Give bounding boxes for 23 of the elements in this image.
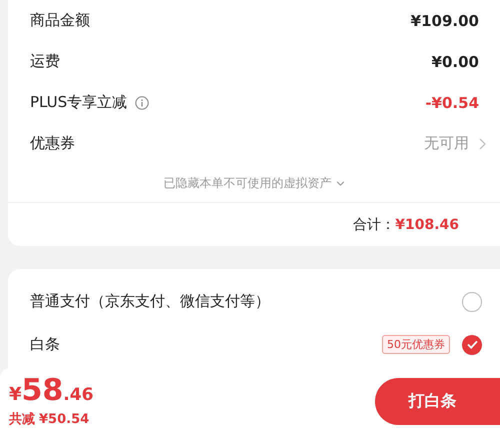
pay-button[interactable]: 打白条 — [375, 378, 500, 425]
radio-button[interactable] — [462, 334, 482, 354]
radio-button[interactable] — [462, 292, 482, 312]
savings-label: 共减 — [9, 410, 35, 428]
coupon-badge: 50元优惠券 — [382, 335, 450, 354]
row-label: 运费 — [30, 52, 60, 71]
pay-price: ¥58.46 — [9, 374, 94, 410]
row-label: PLUS专享立减 — [30, 93, 128, 112]
savings-value: ¥50.54 — [39, 410, 90, 428]
check-icon — [466, 340, 478, 349]
chevron-right-icon[interactable] — [479, 138, 486, 150]
row-value: -¥0.54 — [425, 94, 479, 112]
row-value: ¥0.00 — [432, 52, 479, 70]
payment-option-label[interactable]: 普通支付（京东支付、微信支付等） — [30, 292, 270, 311]
row-value: ¥109.00 — [410, 12, 479, 30]
row-value: 无可用 — [424, 134, 469, 153]
row-label: 优惠券 — [30, 134, 75, 153]
payment-option-label[interactable]: 白条 — [30, 335, 60, 354]
total-value: ¥108.46 — [395, 216, 459, 232]
info-icon[interactable] — [135, 96, 150, 110]
total-label: 合计： — [353, 216, 396, 234]
row-label: 商品金额 — [30, 11, 90, 30]
chevron-down-icon[interactable] — [336, 180, 344, 186]
